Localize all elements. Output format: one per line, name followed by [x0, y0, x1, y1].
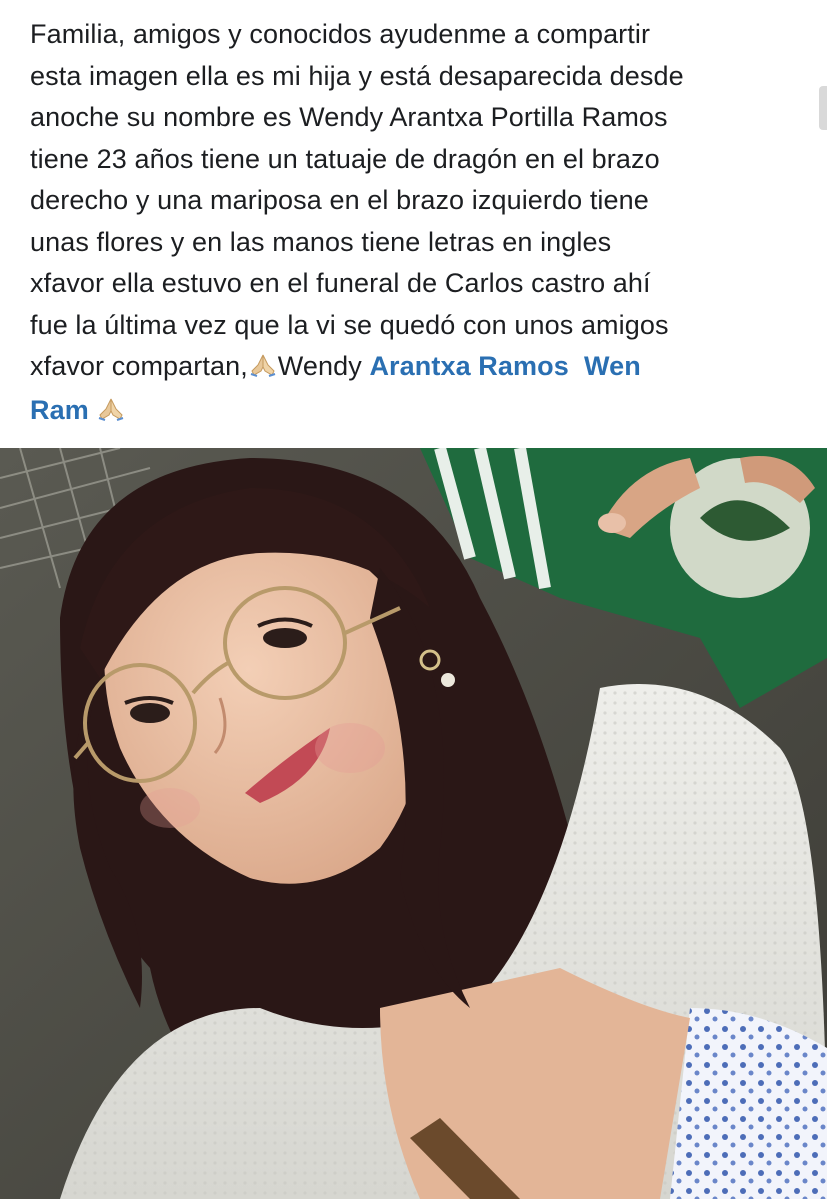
floral-top	[670, 1008, 827, 1199]
post-line: unas flores y en las manos tiene letras …	[30, 226, 612, 257]
post-line: Familia, amigos y conocidos ayudenme a c…	[30, 19, 651, 49]
post-line-tail: Ram	[30, 390, 810, 434]
post-text: Familia, amigos y conocidos ayudenme a c…	[30, 14, 810, 433]
praying-hands-icon	[96, 392, 126, 434]
post-text-fragment: xfavor compartan,	[30, 351, 248, 381]
selfie-photo[interactable]	[0, 448, 827, 1199]
post-line: fue la última vez que la vi se quedó con…	[30, 309, 669, 340]
post-line: xfavor ella estuvo en el funeral de Carl…	[30, 268, 651, 298]
praying-hands-icon	[248, 348, 278, 390]
mention-link[interactable]: Wen	[584, 351, 641, 381]
photo-illustration	[0, 448, 827, 1199]
post-line: derecho y una mariposa en el brazo izqui…	[30, 185, 649, 215]
post-line: anoche su nombre es Wendy Arantxa Portil…	[30, 102, 668, 132]
scrollbar[interactable]	[819, 86, 827, 130]
post-line: esta imagen ella es mi hija y está desap…	[30, 60, 684, 91]
mention-link[interactable]: Ram	[30, 395, 89, 425]
mention-link[interactable]: Arantxa Ramos	[369, 351, 568, 381]
post-line: tiene 23 años tiene un tatuaje de dragón…	[30, 143, 660, 174]
post-line-last: xfavor compartan, Wendy Arantxa Ramos Wen	[30, 346, 810, 390]
post-text-fragment: Wendy	[277, 351, 362, 381]
